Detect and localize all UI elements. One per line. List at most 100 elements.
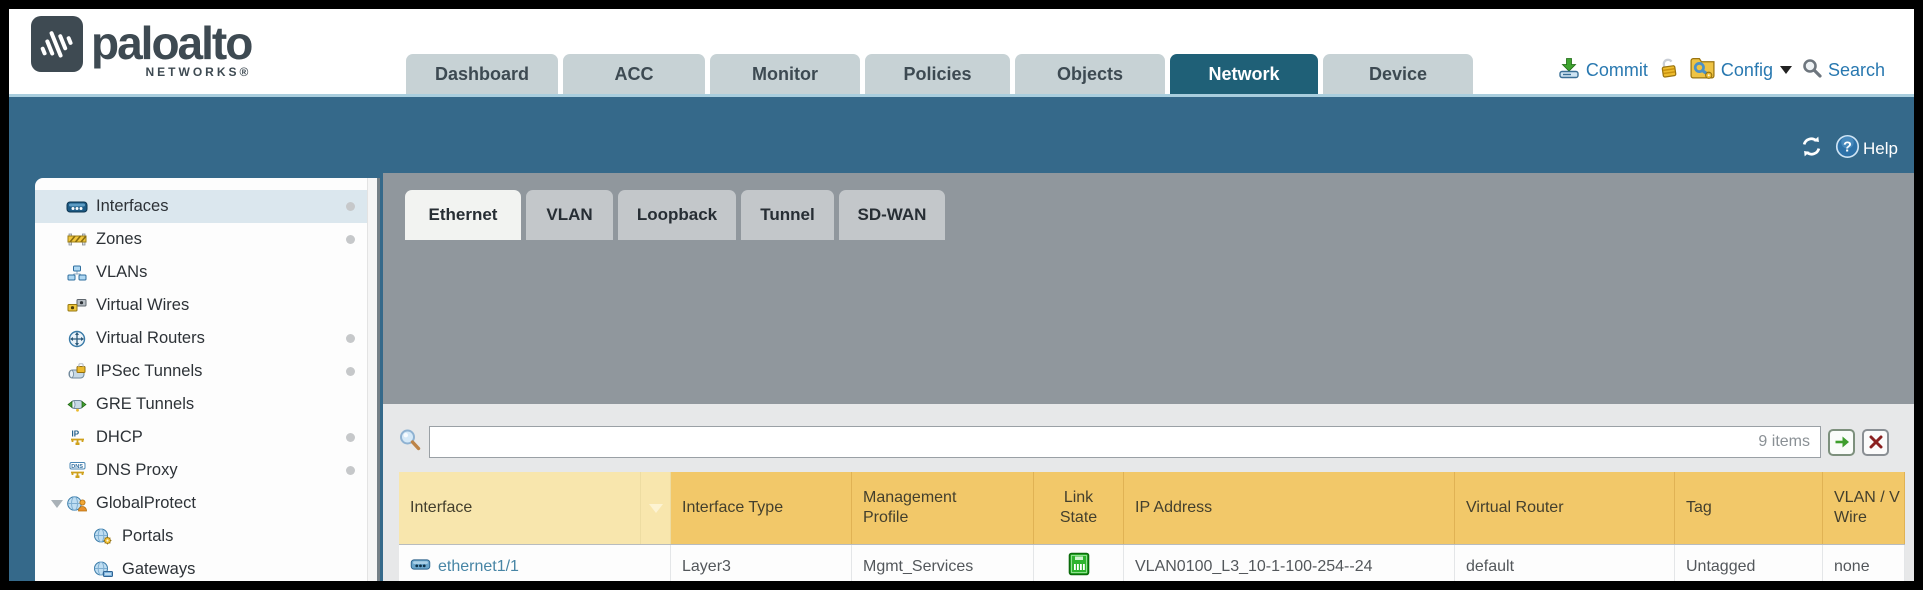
sidebar-item-label: Zones [96,230,142,249]
help-button[interactable]: ? Help [1835,134,1898,164]
network-sidebar: Interfaces Zones VLANs Virtual Wires Vir… [35,178,380,581]
tab-policies[interactable]: Policies [865,54,1010,94]
clear-filter-button[interactable] [1862,429,1889,456]
expander-triangle-icon[interactable] [51,500,63,508]
sidebar-item-dns-proxy[interactable]: DNS DNS Proxy [35,454,377,487]
sidebar-item-globalprotect[interactable]: GlobalProtect [35,487,377,520]
gre-tunnels-icon [65,397,89,412]
tab-network[interactable]: Network [1170,54,1318,94]
refresh-icon[interactable] [1800,135,1823,163]
dns-proxy-icon: DNS [65,462,89,479]
help-label: Help [1863,139,1898,159]
tab-monitor[interactable]: Monitor [710,54,860,94]
sidebar-item-portals[interactable]: Portals [35,520,377,553]
config-dropdown-button[interactable]: Config [1689,55,1792,85]
col-header-management-profile[interactable]: Management Profile [852,472,1034,544]
ipsec-tunnels-icon [65,363,89,380]
interface-type-cell: Layer3 [671,545,852,581]
filter-search-box: 9 items [429,426,1821,458]
sidebar-item-gre-tunnels[interactable]: GRE Tunnels [35,388,377,421]
sidebar-item-ipsec-tunnels[interactable]: IPSec Tunnels [35,355,377,388]
table-row: ethernet1/1 Layer3 Mgmt_Services VLAN010… [399,545,1905,581]
sidebar-item-label: DNS Proxy [96,461,178,480]
tab-sdwan[interactable]: SD-WAN [839,190,945,240]
paloalto-waves-icon [31,15,83,78]
ethernet-port-icon [410,558,431,576]
sidebar-item-label: Virtual Wires [96,296,189,315]
sidebar-item-zones[interactable]: Zones [35,223,377,256]
sidebar-item-label: Portals [122,527,173,546]
commit-button[interactable]: Commit [1557,57,1648,84]
col-header-virtual-router[interactable]: Virtual Router [1455,472,1675,544]
globalprotect-icon [65,495,89,512]
ip-address-cell: VLAN0100_L3_10-1-100-254--24 [1124,545,1455,581]
sidebar-item-label: IPSec Tunnels [96,362,202,381]
interfaces-table: Interface Interface Type Management Prof… [399,472,1905,581]
interface-cell: ethernet1/1 [399,545,671,581]
apply-filter-button[interactable] [1828,429,1855,456]
zones-icon [65,232,89,247]
item-dot [346,367,355,376]
top-header-bar: paloalto NETWORKS® Dashboard ACC Monitor… [9,9,1914,94]
sidebar-item-dhcp[interactable]: IP DHCP [35,421,377,454]
header-utilities: Commit Config Search [1557,55,1885,85]
main-panel: Ethernet VLAN Loopback Tunnel SD-WAN 9 i… [383,173,1914,581]
sidebar-item-interfaces[interactable]: Interfaces [35,190,377,223]
vlans-icon [65,265,89,281]
portals-icon [91,528,115,545]
commit-icon [1557,57,1581,84]
col-header-tag[interactable]: Tag [1675,472,1823,544]
tab-acc[interactable]: ACC [563,54,705,94]
sidebar-item-gateways[interactable]: Gateways [35,553,377,581]
col-header-vlan-wire[interactable]: VLAN / VWire [1823,472,1905,544]
item-dot [346,202,355,211]
col-header-ip-address[interactable]: IP Address [1124,472,1455,544]
sidebar-item-label: VLANs [96,263,147,282]
tab-loopback[interactable]: Loopback [618,190,736,240]
link-state-cell [1034,545,1124,581]
virtual-router-cell: default [1455,545,1675,581]
svg-text:DNS: DNS [71,464,83,470]
tab-device[interactable]: Device [1323,54,1473,94]
sort-dropdown[interactable] [641,472,671,544]
help-icon: ? [1835,134,1860,164]
sidebar-item-label: Gateways [122,560,195,579]
tab-ethernet[interactable]: Ethernet [405,190,521,240]
sidebar-item-label: DHCP [96,428,143,447]
sidebar-item-label: Interfaces [96,197,168,216]
paloalto-logo: paloalto NETWORKS® [31,15,251,79]
filter-row: 9 items [383,404,1914,460]
sort-triangle-icon [649,504,663,513]
dhcp-icon: IP [65,429,89,446]
col-header-link-state[interactable]: Link State [1034,472,1124,544]
title-band: ? Help [9,94,1914,173]
sidebar-item-vlans[interactable]: VLANs [35,256,377,289]
col-header-interface-type[interactable]: Interface Type [671,472,852,544]
search-button[interactable]: Search [1801,57,1885,84]
panos-app-window: paloalto NETWORKS® Dashboard ACC Monitor… [9,9,1914,581]
tab-objects[interactable]: Objects [1015,54,1165,94]
tab-dashboard[interactable]: Dashboard [406,54,558,94]
sidebar-item-label: Virtual Routers [96,329,205,348]
ethernet-content: 9 items Interface Interface Type Managem… [383,404,1914,581]
config-icon [1689,55,1716,85]
lock-button[interactable] [1657,56,1680,84]
sidebar-item-label: GRE Tunnels [96,395,194,414]
tab-tunnel[interactable]: Tunnel [741,190,834,240]
search-label: Search [1828,60,1885,81]
col-header-interface[interactable]: Interface [399,472,641,544]
logo-wordmark: paloalto [91,15,251,71]
commit-label: Commit [1586,60,1648,81]
search-icon [1801,57,1823,84]
filter-input[interactable] [430,428,1758,456]
sidebar-item-virtual-routers[interactable]: Virtual Routers [35,322,377,355]
sidebar-item-virtual-wires[interactable]: Virtual Wires [35,289,377,322]
main-nav-tabs: Dashboard ACC Monitor Policies Objects N… [406,54,1473,94]
svg-text:?: ? [1843,140,1852,156]
gateways-icon [91,561,115,578]
interface-link[interactable]: ethernet1/1 [438,558,519,576]
item-dot [346,334,355,343]
svg-text:IP: IP [71,430,79,439]
tab-vlan[interactable]: VLAN [526,190,613,240]
tag-cell: Untagged [1675,545,1823,581]
